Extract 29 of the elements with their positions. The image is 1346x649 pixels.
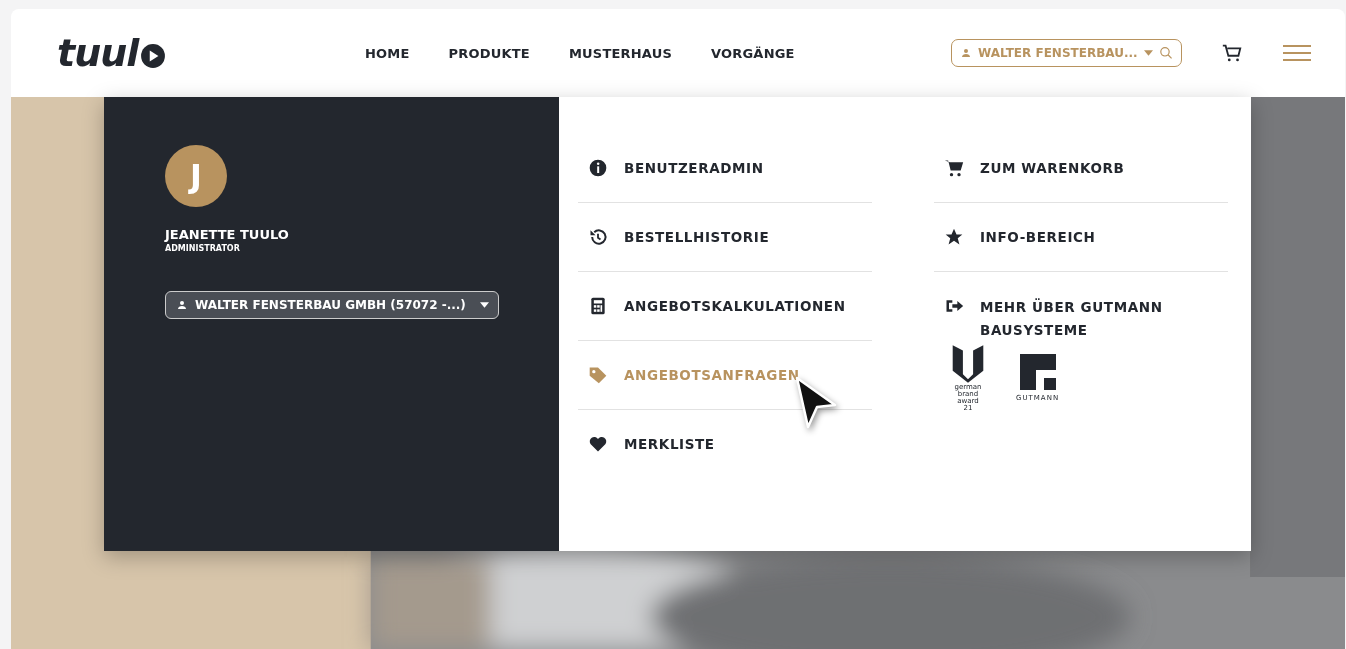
menu-item[interactable]: INFO-BEREICH <box>934 203 1228 272</box>
nav-link[interactable]: HOME <box>365 45 410 61</box>
menu-item[interactable]: MEHR ÜBER GUTMANN BAUSYSTEME <box>934 272 1228 342</box>
account-select[interactable]: WALTER FENSTERBAU GMBH (57072 -...) <box>165 291 499 319</box>
menu-item[interactable]: MERKLISTE <box>578 410 872 478</box>
avatar: J <box>165 145 227 207</box>
history-icon <box>588 227 608 247</box>
user-role: ADMINISTRATOR <box>165 244 241 253</box>
menu-item[interactable]: ANGEBOTSKALKULATIONEN <box>578 272 872 341</box>
nav-link[interactable]: PRODUKTE <box>448 45 530 61</box>
play-circle-icon <box>140 43 167 69</box>
caret-icon <box>1143 50 1153 56</box>
nav-link[interactable]: MUSTERHAUS <box>568 45 672 61</box>
tag-icon <box>588 365 608 385</box>
cart-icon[interactable] <box>1221 42 1243 64</box>
heart-icon <box>588 434 608 454</box>
logo-text[interactable]: tuul <box>57 31 139 75</box>
caret-icon <box>479 302 489 308</box>
nav-link[interactable]: VORGÄNGE <box>711 45 795 61</box>
menu-item[interactable]: BESTELLHISTORIE <box>578 203 872 272</box>
user-name: JEANETTE TUULO <box>165 227 290 242</box>
calc-icon <box>588 296 608 316</box>
menu-item[interactable]: ZUM WARENKORB <box>934 134 1228 203</box>
person-icon <box>176 299 188 311</box>
menu-item[interactable]: BENUTZERADMIN <box>578 134 872 203</box>
person-icon <box>960 47 972 59</box>
menu-icon[interactable] <box>1283 44 1311 62</box>
star-icon <box>944 227 964 247</box>
info-icon <box>588 158 608 178</box>
